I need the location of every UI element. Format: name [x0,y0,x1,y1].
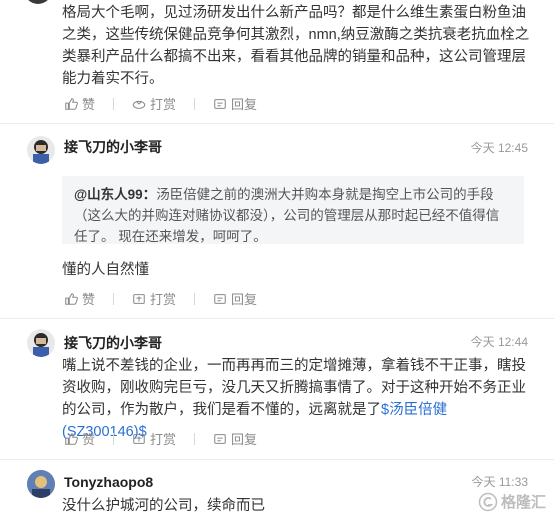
divider [194,432,196,445]
comment-actions: 赞 打赏 回复 [64,94,275,113]
watermark: 格隆汇 [478,491,546,512]
divider [194,97,196,110]
reply-label: 回复 [231,432,258,447]
timestamp: 今天 12:45 [470,141,528,155]
reply-icon [214,98,226,109]
reply-label: 回复 [231,292,258,307]
reward-icon [133,293,145,304]
comment-text: 没什么护城河的公司，续命而已 [62,498,265,514]
like-label: 赞 [82,292,96,307]
avatar[interactable] [27,329,55,357]
divider [113,292,115,305]
divider [113,432,115,445]
like-button[interactable]: 赞 [64,289,95,308]
divider [0,459,554,460]
reward-icon [132,100,146,109]
comment-actions: 赞 打赏 回复 [64,289,275,308]
logo-icon [478,492,498,511]
username[interactable]: 接飞刀的小李哥 [64,137,162,157]
comment-text: 格局大个毛啊，见过汤研发出什么新产品吗？都是什么维生素蛋白粉鱼油之类，这些传统保… [62,5,530,87]
like-button[interactable]: 赞 [64,94,95,113]
avatar[interactable] [24,0,52,4]
reply-icon [214,293,226,304]
comment-text: 懂的人自然懂 [62,262,149,278]
reward-icon [133,433,145,444]
timestamp: 今天 12:44 [470,335,528,349]
reward-label: 打赏 [150,432,177,447]
reply-button[interactable]: 回复 [213,94,257,113]
quoted-comment: @山东人99：汤臣倍健之前的澳洲大并购本身就是掏空上市公司的手段（这么大的并购连… [62,176,524,244]
reply-icon [214,433,226,444]
like-label: 赞 [82,432,96,447]
thumbs-up-icon [65,97,78,110]
thumbs-up-icon [65,432,78,445]
divider [0,318,554,319]
divider [0,123,554,124]
reward-button[interactable]: 打赏 [132,289,176,308]
reply-button[interactable]: 回复 [213,289,257,308]
username[interactable]: 接飞刀的小李哥 [64,333,162,353]
reply-button[interactable]: 回复 [213,429,257,448]
avatar[interactable] [27,136,55,164]
reward-button[interactable]: 打赏 [132,429,176,448]
reward-label: 打赏 [150,292,177,307]
like-button[interactable]: 赞 [64,429,95,448]
username[interactable]: Tonyzhaopo8 [64,474,153,490]
thumbs-up-icon [65,292,78,305]
like-label: 赞 [82,97,96,112]
reward-button[interactable]: 打赏 [132,94,176,113]
divider [113,97,115,110]
divider [194,292,196,305]
reply-label: 回复 [231,97,258,112]
quote-username[interactable]: @山东人99： [74,187,156,202]
avatar[interactable] [27,470,55,498]
watermark-text: 格隆汇 [500,494,546,511]
comment-actions: 赞 打赏 回复 [64,429,275,448]
timestamp: 今天 11:33 [471,475,528,489]
comment-body: 嘴上说不差钱的企业，一而再再而三的定增摊薄，拿着钱不干正事，瞎投资收购，刚收购完… [62,358,526,418]
reward-label: 打赏 [150,97,177,112]
